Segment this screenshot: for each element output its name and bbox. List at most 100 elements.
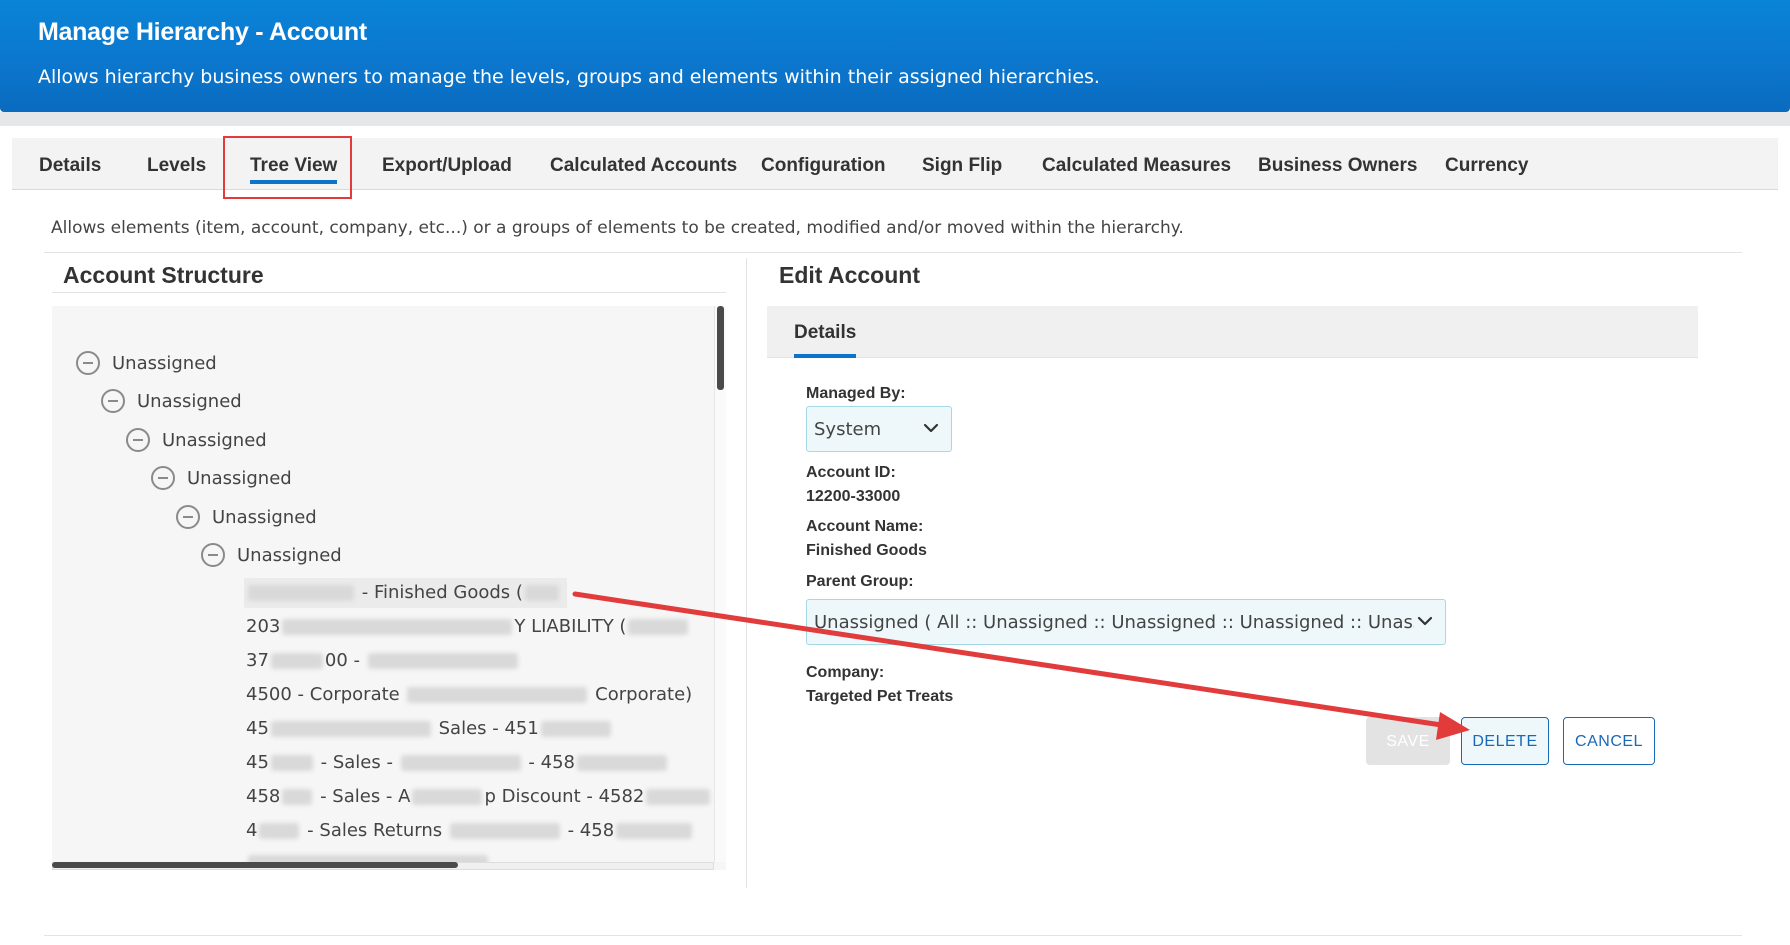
save-button[interactable]: SAVE xyxy=(1366,717,1450,765)
tree-node-label: Unassigned xyxy=(137,390,242,412)
tree-leaf-prefix: 37 xyxy=(246,650,269,671)
redacted-text xyxy=(270,755,313,771)
redacted-text xyxy=(282,789,313,805)
account-tree: Unassigned Unassigned Unassigned Unassig… xyxy=(52,306,726,870)
panel-divider xyxy=(746,258,747,888)
redacted-text xyxy=(248,585,354,601)
tree-leaf[interactable]: 458 - Sales - A p Discount - 4582 xyxy=(246,782,712,812)
tab-configuration[interactable]: Configuration xyxy=(761,138,886,190)
tab-calculated-measures[interactable]: Calculated Measures xyxy=(1042,138,1231,190)
divider xyxy=(44,935,1742,936)
redacted-text xyxy=(646,789,711,805)
account-name-value: Finished Goods xyxy=(806,542,927,559)
account-name-label: Account Name: xyxy=(806,518,924,535)
tree-node[interactable]: Unassigned xyxy=(151,463,292,493)
tree-leaf-label: 00 - xyxy=(324,650,366,671)
tree-horizontal-scroll-thumb[interactable] xyxy=(52,862,458,868)
tree-leaf[interactable]: 4500 - Corporate Corporate) xyxy=(246,680,692,710)
collapse-icon[interactable] xyxy=(176,505,200,529)
tree-leaf-label: Sales - 451 xyxy=(432,718,539,739)
tree-leaf-suffix: p Discount - 4582 xyxy=(484,786,645,807)
tree-node[interactable]: Unassigned xyxy=(201,540,342,570)
tab-currency[interactable]: Currency xyxy=(1445,138,1528,190)
parent-group-label: Parent Group: xyxy=(806,573,914,590)
tab-business-owners[interactable]: Business Owners xyxy=(1258,138,1417,190)
redacted-text xyxy=(524,585,559,601)
tree-leaf-prefix: 45 xyxy=(246,718,269,739)
tree-node[interactable]: Unassigned xyxy=(101,386,242,416)
tree-leaf-suffix: - 458 xyxy=(522,752,575,773)
tree-leaf[interactable]: 203 Y LIABILITY ( xyxy=(246,612,690,642)
tab-tree-view[interactable]: Tree View xyxy=(250,138,338,190)
redacted-text xyxy=(407,687,588,703)
managed-by-select[interactable]: System xyxy=(806,406,952,452)
account-structure-title: Account Structure xyxy=(63,262,264,288)
tab-export-upload[interactable]: Export/Upload xyxy=(382,138,512,190)
tree-leaf[interactable]: 37 00 - xyxy=(246,646,520,676)
tree-leaf-prefix: 458 xyxy=(246,786,281,807)
tree-node-label: Unassigned xyxy=(237,544,342,566)
parent-group-value: Unassigned ( All :: Unassigned :: Unassi… xyxy=(814,611,1414,633)
tree-leaf-label: - Sales - xyxy=(314,752,399,773)
tree-node[interactable]: Unassigned xyxy=(126,425,267,455)
page-title: Manage Hierarchy - Account xyxy=(38,18,367,46)
tree-leaf[interactable]: 4 - Sales Returns - 458 xyxy=(246,816,694,846)
redacted-text xyxy=(259,823,300,839)
divider xyxy=(44,252,1742,253)
company-value: Targeted Pet Treats xyxy=(806,688,954,705)
collapse-icon[interactable] xyxy=(126,428,150,452)
redacted-text xyxy=(412,789,483,805)
tree-leaf-suffix: - 458 xyxy=(561,820,615,841)
tree-leaf-prefix: 45 xyxy=(246,684,269,705)
tree-leaf-label: - Sales Returns xyxy=(301,820,448,841)
delete-button[interactable]: DELETE xyxy=(1461,717,1549,765)
tab-levels[interactable]: Levels xyxy=(147,138,206,190)
collapse-icon[interactable] xyxy=(201,543,225,567)
redacted-text xyxy=(449,823,560,839)
page-header: Manage Hierarchy - Account Allows hierar… xyxy=(0,0,1790,112)
tree-leaf-label: 00 - Corporate xyxy=(268,684,406,705)
tree-leaf-label: - Sales - A xyxy=(314,786,411,807)
account-id-value: 12200-33000 xyxy=(806,488,901,505)
redacted-text xyxy=(540,721,611,737)
tab-sign-flip[interactable]: Sign Flip xyxy=(922,138,1002,190)
account-id-label: Account ID: xyxy=(806,464,896,481)
page-description: Allows elements (item, account, company,… xyxy=(51,218,1184,238)
redacted-text xyxy=(577,755,667,771)
tree-node-label: Unassigned xyxy=(187,467,292,489)
divider xyxy=(52,292,726,293)
tree-leaf-prefix: 4 xyxy=(246,820,258,841)
company-label: Company: xyxy=(806,664,885,681)
tree-leaf[interactable]: 45 Sales - 451 xyxy=(246,714,613,744)
collapse-icon[interactable] xyxy=(76,351,100,375)
tree-leaf-suffix: Corporate) xyxy=(589,684,693,705)
redacted-text xyxy=(628,619,689,635)
tree-node-label: Unassigned xyxy=(162,429,267,451)
redacted-text xyxy=(282,619,513,635)
tab-details[interactable]: Details xyxy=(39,138,101,190)
managed-by-value: System xyxy=(814,418,882,440)
tab-calculated-accounts[interactable]: Calculated Accounts xyxy=(550,138,737,190)
tree-leaf[interactable]: 45 - Sales - - 458 xyxy=(246,748,669,778)
page-subtitle: Allows hierarchy business owners to mana… xyxy=(38,66,1100,88)
redacted-text xyxy=(400,755,521,771)
chevron-down-icon xyxy=(923,423,939,433)
redacted-text xyxy=(270,721,431,737)
collapse-icon[interactable] xyxy=(101,389,125,413)
tree-vertical-scroll-thumb[interactable] xyxy=(717,306,724,390)
cancel-button[interactable]: CANCEL xyxy=(1563,717,1655,765)
tree-node-label: Unassigned xyxy=(112,352,217,374)
header-spacer xyxy=(0,112,1790,126)
edit-account-title: Edit Account xyxy=(779,262,920,288)
tree-leaf-prefix: 45 xyxy=(246,752,269,773)
tree-leaf-label: Y LIABILITY ( xyxy=(514,616,627,637)
collapse-icon[interactable] xyxy=(151,466,175,490)
tree-node[interactable]: Unassigned xyxy=(76,348,217,378)
tree-leaf-selected[interactable]: - Finished Goods ( xyxy=(244,578,567,608)
tab-edit-details[interactable]: Details xyxy=(794,306,857,358)
tree-node[interactable]: Unassigned xyxy=(176,502,317,532)
redacted-text xyxy=(616,823,693,839)
tab-bar: Details Levels Tree View Export/Upload C… xyxy=(12,138,1778,190)
redacted-text xyxy=(367,653,518,669)
parent-group-select[interactable]: Unassigned ( All :: Unassigned :: Unassi… xyxy=(806,599,1446,645)
